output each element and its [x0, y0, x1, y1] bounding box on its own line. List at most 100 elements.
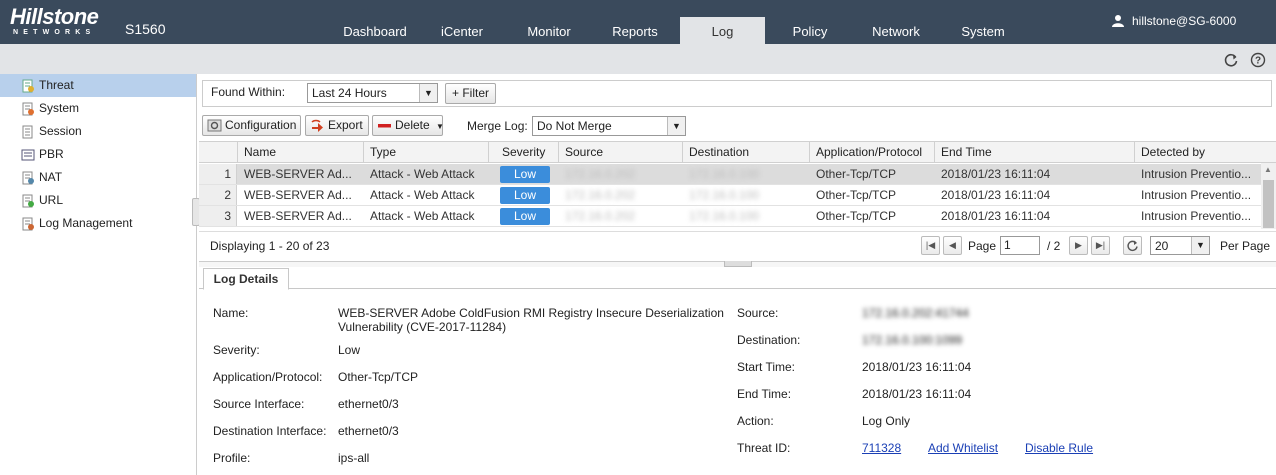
prev-page-button[interactable]: ◀ [943, 236, 962, 255]
first-page-button[interactable]: |◀ [921, 236, 940, 255]
nat-log-icon [22, 171, 34, 185]
page-label: Page [968, 239, 997, 253]
sidebar-item-url[interactable]: URL [0, 189, 196, 212]
column-detected-by[interactable]: Detected by [1135, 142, 1276, 163]
pbr-log-icon [21, 149, 35, 161]
nav-log[interactable]: Log [680, 17, 765, 44]
nav-reports[interactable]: Reports [595, 17, 675, 44]
brand-logo: Hillstone [10, 4, 99, 29]
help-icon[interactable]: ? [1250, 52, 1266, 68]
sidebar-item-nat[interactable]: NAT [0, 166, 196, 189]
sidebar-item-session[interactable]: Session [0, 120, 196, 143]
column-source[interactable]: Source [559, 142, 683, 163]
table-row[interactable]: 3 WEB-SERVER Ad... Attack - Web Attack L… [199, 206, 1261, 227]
detail-destination-value: 172.16.0.100:1099 [862, 333, 963, 347]
cell-type: Attack - Web Attack [370, 188, 475, 202]
cell-detected-by: Intrusion Preventio... [1141, 209, 1252, 223]
sidebar-item-pbr[interactable]: PBR [0, 143, 196, 166]
log-management-icon [22, 217, 34, 231]
nav-icenter[interactable]: iCenter [422, 17, 502, 44]
reload-button[interactable] [1123, 236, 1142, 255]
merge-log-select[interactable]: Do Not Merge ▼ [532, 116, 686, 136]
detail-profile-value: ips-all [338, 451, 370, 465]
sidebar-item-system[interactable]: System [0, 97, 196, 120]
detail-source-label: Source: [737, 306, 779, 320]
found-within-select[interactable]: Last 24 Hours ▼ [307, 83, 438, 103]
displaying-count: Displaying 1 - 20 of 23 [210, 239, 330, 253]
svg-text:?: ? [1255, 56, 1261, 67]
delete-button[interactable]: Delete ▼ [372, 115, 444, 136]
nav-system[interactable]: System [942, 17, 1024, 44]
device-model: S1560 [125, 21, 166, 37]
sidebar-item-label: URL [39, 193, 64, 207]
table-scroll-thumb[interactable] [1263, 180, 1274, 228]
disable-rule-link[interactable]: Disable Rule [1025, 441, 1093, 455]
table-header: Name Type Severity Source Destination Ap… [199, 141, 1276, 163]
cell-application-protocol: Other-Tcp/TCP [816, 188, 897, 202]
export-label: Export [328, 118, 363, 132]
sidebar: Threat System Session PBR NAT URL Log Ma… [0, 74, 197, 475]
last-page-button[interactable]: ▶| [1091, 236, 1110, 255]
sidebar-item-threat[interactable]: Threat [0, 74, 196, 97]
detail-source-interface-value: ethernet0/3 [338, 397, 399, 411]
column-end-time[interactable]: End Time [935, 142, 1135, 163]
sidebar-item-label: Log Management [39, 216, 133, 230]
refresh-icon[interactable] [1223, 52, 1239, 68]
column-rownum [199, 142, 238, 163]
sidebar-item-log-management[interactable]: Log Management [0, 212, 196, 235]
column-application-protocol[interactable]: Application/Protocol [810, 142, 935, 163]
next-page-button[interactable]: ▶ [1069, 236, 1088, 255]
scroll-up-icon: ▲ [1264, 165, 1272, 174]
minus-icon [378, 124, 391, 128]
nav-dashboard[interactable]: Dashboard [330, 17, 420, 44]
detail-name-value-line1: WEB-SERVER Adobe ColdFusion RMI Registry… [338, 306, 724, 320]
page-total: / 2 [1047, 239, 1061, 253]
detail-action-value: Log Only [862, 414, 911, 428]
cell-end-time: 2018/01/23 16:11:04 [941, 167, 1051, 181]
threat-id-link[interactable]: 711328 [862, 441, 901, 455]
detail-start-time-label: Start Time: [737, 360, 796, 374]
user-icon [1112, 15, 1124, 27]
detail-end-time-value: 2018/01/23 16:11:04 [862, 387, 972, 401]
toolbar-strip [0, 44, 1276, 74]
nav-monitor[interactable]: Monitor [508, 17, 590, 44]
configuration-icon [207, 119, 222, 132]
export-button[interactable]: Export [305, 115, 369, 136]
detail-end-time-label: End Time: [737, 387, 792, 401]
tab-log-details[interactable]: Log Details [203, 268, 289, 290]
cell-end-time: 2018/01/23 16:11:04 [941, 209, 1051, 223]
cell-detected-by: Intrusion Preventio... [1141, 167, 1252, 181]
severity-badge: Low [500, 187, 550, 204]
chevron-down-icon: ▼ [667, 117, 685, 135]
add-whitelist-link[interactable]: Add Whitelist [928, 441, 998, 455]
column-type[interactable]: Type [364, 142, 489, 163]
page-number-input[interactable]: 1 [1000, 236, 1040, 255]
detail-profile-label: Profile: [213, 451, 251, 465]
row-number: 3 [199, 206, 237, 226]
severity-badge: Low [500, 208, 550, 225]
nav-network[interactable]: Network [855, 17, 937, 44]
detail-start-time-value: 2018/01/23 16:11:04 [862, 360, 972, 374]
column-name[interactable]: Name [238, 142, 364, 163]
cell-source: 172.16.0.202 [565, 167, 636, 181]
found-within-value: Last 24 Hours [312, 86, 387, 100]
configuration-label: Configuration [225, 118, 297, 132]
detail-destination-interface-value: ethernet0/3 [338, 424, 399, 438]
detail-action-label: Action: [737, 414, 774, 428]
column-severity[interactable]: Severity [489, 142, 559, 163]
user-menu[interactable]: hillstone@SG-6000 [1132, 14, 1236, 28]
table-row[interactable]: 1 WEB-SERVER Ad... Attack - Web Attack L… [199, 164, 1261, 185]
configuration-button[interactable]: Configuration [202, 115, 301, 136]
chevron-down-icon: ▼ [419, 84, 437, 102]
delete-label: Delete [395, 118, 430, 132]
sidebar-item-label: PBR [39, 147, 64, 161]
column-destination[interactable]: Destination [683, 142, 810, 163]
cell-type: Attack - Web Attack [370, 167, 475, 181]
cell-application-protocol: Other-Tcp/TCP [816, 167, 897, 181]
filter-button[interactable]: + Filter [445, 83, 496, 104]
nav-policy[interactable]: Policy [770, 17, 850, 44]
page-size-select[interactable]: 20 ▼ [1150, 236, 1210, 255]
table-row[interactable]: 2 WEB-SERVER Ad... Attack - Web Attack L… [199, 185, 1261, 206]
sidebar-item-label: Threat [39, 78, 74, 92]
top-bar: Hillstone NETWORKS S1560 Dashboard iCent… [0, 0, 1276, 44]
